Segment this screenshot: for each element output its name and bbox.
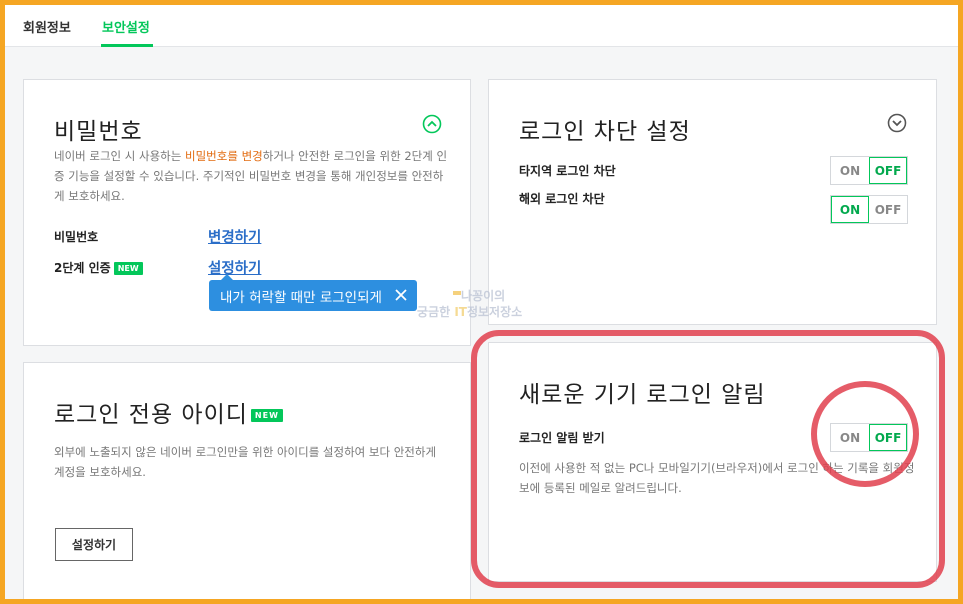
login-id-card: 로그인 전용 아이디 NEW 외부에 노출되지 않은 네이버 로그인만을 위한 아… bbox=[23, 362, 471, 599]
login-block-card: 로그인 차단 설정 타지역 로그인 차단 ON OFF 해외 로그인 차단 ON… bbox=[488, 79, 937, 325]
close-icon[interactable] bbox=[393, 287, 409, 303]
login-id-title: 로그인 전용 아이디 NEW bbox=[54, 395, 283, 429]
chevron-down-circle-icon[interactable] bbox=[887, 113, 907, 133]
login-block-title: 로그인 차단 설정 bbox=[519, 119, 691, 145]
overseas-block-toggle[interactable]: ON OFF bbox=[830, 195, 908, 224]
overseas-block-label: 해외 로그인 차단 bbox=[519, 192, 605, 206]
login-id-setup-button[interactable]: 설정하기 bbox=[55, 528, 133, 561]
tab-security-settings[interactable]: 보안설정 bbox=[102, 17, 150, 36]
alert-off[interactable]: OFF bbox=[869, 424, 907, 451]
region-block-on[interactable]: ON bbox=[831, 157, 869, 184]
tab-member-info[interactable]: 회원정보 bbox=[23, 17, 71, 36]
page-frame: 회원정보 보안설정 비밀번호 네이버 로그인 시 사용하는 비밀번호를 변경하거… bbox=[5, 5, 958, 599]
new-badge: NEW bbox=[113, 262, 143, 275]
two-step-tooltip: 내가 허락할 때만 로그인되게 bbox=[209, 274, 417, 311]
change-password-link[interactable]: 변경하기 bbox=[208, 226, 261, 247]
new-device-alert-title: 새로운 기기 로그인 알림 bbox=[519, 382, 766, 408]
watermark-logo-bar bbox=[453, 291, 461, 295]
active-tab-indicator bbox=[101, 44, 153, 47]
password-change-highlight: 비밀번호를 변경 bbox=[185, 149, 263, 163]
password-title: 비밀번호 bbox=[54, 119, 143, 145]
two-step-row-label: 2단계 인증 NEW bbox=[54, 259, 143, 276]
blog-watermark: 나꽁이의 궁금한 IT정보저장소 bbox=[417, 289, 523, 319]
login-id-description: 외부에 노출되지 않은 네이버 로그인만을 위한 아이디를 설정하여 보다 안전… bbox=[54, 445, 437, 479]
new-device-alert-card: 새로운 기기 로그인 알림 로그인 알림 받기 ON OFF 이전에 사용한 적… bbox=[488, 342, 937, 582]
region-block-toggle[interactable]: ON OFF bbox=[830, 156, 908, 185]
overseas-block-off[interactable]: OFF bbox=[869, 196, 907, 223]
two-step-setup-link[interactable]: 설정하기 bbox=[208, 257, 261, 278]
password-row-label: 비밀번호 bbox=[54, 230, 99, 244]
new-badge: NEW bbox=[250, 409, 283, 422]
alert-on[interactable]: ON bbox=[831, 424, 869, 451]
region-block-label: 타지역 로그인 차단 bbox=[519, 164, 616, 178]
password-description: 네이버 로그인 시 사용하는 비밀번호를 변경하거나 안전한 로그인을 위한 2… bbox=[54, 149, 448, 203]
top-tab-bar: 회원정보 보안설정 bbox=[5, 5, 958, 47]
overseas-block-on[interactable]: ON bbox=[831, 196, 869, 223]
region-block-off[interactable]: OFF bbox=[869, 157, 907, 184]
alert-description: 이전에 사용한 적 없는 PC나 모바일기기(브라우저)에서 로그인 하는 기록… bbox=[519, 461, 915, 495]
alert-toggle[interactable]: ON OFF bbox=[830, 423, 908, 452]
alert-receive-label: 로그인 알림 받기 bbox=[519, 431, 605, 445]
tooltip-text: 내가 허락할 때만 로그인되게 bbox=[220, 289, 382, 306]
chevron-up-circle-icon[interactable] bbox=[422, 114, 442, 134]
